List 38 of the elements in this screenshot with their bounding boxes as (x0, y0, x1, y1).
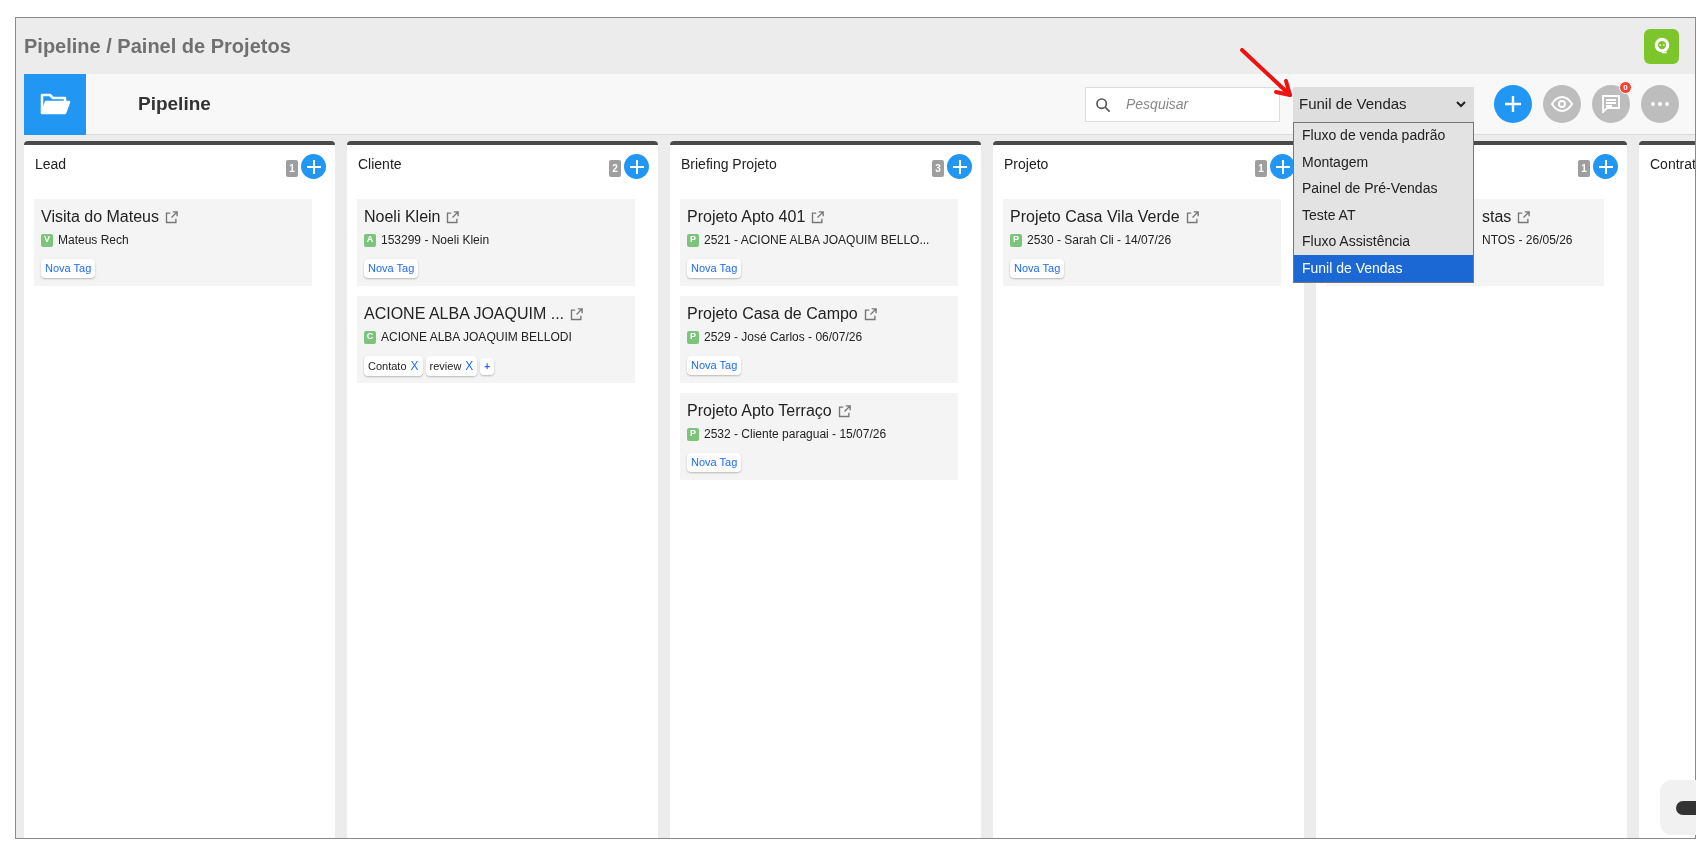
card-title: Visita do Mateus (41, 207, 159, 227)
type-badge: V (41, 233, 53, 247)
card-title: Projeto Apto Terraço (687, 401, 832, 421)
type-badge: P (687, 330, 699, 344)
card-title: Noeli Klein (364, 207, 441, 227)
card-subtitle: 2521 - ACIONE ALBA JOAQUIM BELLO... (704, 232, 930, 249)
count-badge: 1 (286, 160, 298, 177)
column-title: Cliente (358, 155, 402, 174)
count-badge: 2 (609, 160, 621, 177)
notification-badge: 0 (1619, 81, 1632, 94)
card-title: ACIONE ALBA JOAQUIM ... (364, 304, 565, 324)
card-subtitle: 2532 - Cliente paraguai - 15/07/26 (704, 426, 887, 443)
card-title: Projeto Casa Vila Verde (1010, 207, 1180, 227)
card-subtitle: 2530 - Sarah Cli - 14/07/26 (1027, 232, 1172, 249)
card-subtitle: 153299 - Noeli Klein (381, 232, 490, 249)
type-badge: P (687, 233, 699, 247)
card-subtitle: NTOS - 26/05/26 (1482, 232, 1573, 249)
card-title: Projeto Casa de Campo (687, 304, 858, 324)
column-title: Projeto (1004, 155, 1049, 174)
column-title: Lead (35, 155, 67, 174)
count-badge: 3 (932, 160, 944, 177)
type-badge: C (364, 330, 376, 344)
type-badge: A (364, 233, 376, 247)
toolbar-title: Pipeline (138, 91, 211, 116)
column-title: Briefing Projeto (681, 155, 777, 174)
card-title: Projeto Apto 401 (687, 207, 806, 227)
tag-label: Contato (368, 358, 407, 374)
count-badge: 1 (1255, 160, 1267, 177)
card-subtitle: Mateus Rech (58, 232, 129, 249)
type-badge: P (687, 427, 699, 441)
type-badge: P (1010, 233, 1022, 247)
tag-label: review (429, 358, 462, 374)
column-title: Contrat (1650, 155, 1695, 174)
page-title: Pipeline / Painel de Projetos (24, 34, 291, 59)
count-badge: 1 (1578, 160, 1590, 177)
card-subtitle: ACIONE ALBA JOAQUIM BELLODI (381, 329, 572, 346)
card-subtitle: 2529 - José Carlos - 06/07/26 (704, 329, 863, 346)
card-title: stas (1482, 207, 1512, 227)
